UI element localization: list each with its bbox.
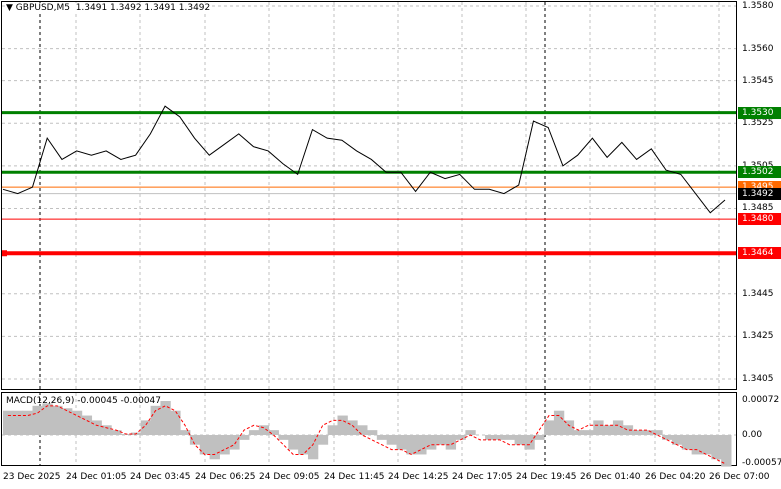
macd-histogram-bar xyxy=(317,435,329,445)
time-axis-label: 24 Dec 14:25 xyxy=(388,472,449,482)
macd-histogram-bar xyxy=(534,435,545,440)
macd-histogram-bar xyxy=(22,410,34,435)
macd-histogram-bar xyxy=(701,435,712,455)
macd-histogram-bar xyxy=(465,430,476,435)
macd-histogram-bar xyxy=(553,410,565,435)
macd-histogram-bar xyxy=(32,405,43,435)
macd-histogram-bar xyxy=(170,410,181,435)
time-axis-label: 24 Dec 03:45 xyxy=(130,472,191,482)
macd-histogram-bar xyxy=(426,435,437,450)
time-axis-label: 26 Dec 04:20 xyxy=(645,472,706,482)
macd-histogram-bar xyxy=(485,435,496,440)
macd-histogram-bar xyxy=(189,435,201,445)
macd-histogram-bar xyxy=(52,405,63,435)
price-axis-label: 1.3580 xyxy=(742,1,774,11)
macd-histogram-bar xyxy=(229,435,240,450)
chart-canvas xyxy=(2,2,736,467)
macd-axis-label: 0.00 xyxy=(742,430,763,440)
level-marker xyxy=(2,250,7,257)
time-axis-label: 26 Dec 07:00 xyxy=(709,472,770,482)
time-axis-label: 24 Dec 17:05 xyxy=(452,472,513,482)
macd-histogram-bar xyxy=(603,425,614,435)
macd-histogram-bar xyxy=(347,420,358,435)
macd-histogram-bar xyxy=(544,420,555,435)
macd-histogram-bar xyxy=(494,435,506,440)
macd-histogram-bar xyxy=(160,400,171,435)
level-tag: 1.3530 xyxy=(738,106,781,119)
macd-histogram-bar xyxy=(357,425,368,435)
macd-histogram-bar xyxy=(307,435,319,460)
macd-histogram-bar xyxy=(662,435,673,440)
macd-histogram-bar xyxy=(416,435,427,455)
price-axis-label: 1.3560 xyxy=(742,43,774,54)
macd-histogram-bar xyxy=(386,435,398,445)
bid-price-tag: 1.3492 xyxy=(738,187,781,200)
macd-histogram-bar xyxy=(711,435,722,460)
macd-histogram-bar xyxy=(278,435,289,440)
macd-histogram-bar xyxy=(632,430,643,435)
chart-title: ▼ GBPUSD,M5 1.3491 1.3492 1.3491 1.3492 xyxy=(6,3,211,13)
macd-histogram-bar xyxy=(455,435,466,440)
macd-histogram-bar xyxy=(681,435,693,450)
symbol-label: GBPUSD,M5 xyxy=(15,3,70,13)
price-axis-label: 1.3485 xyxy=(742,203,774,214)
time-axis-label: 24 Dec 06:25 xyxy=(195,472,256,482)
macd-histogram-bar xyxy=(111,430,122,435)
ohlc-values: 1.3491 1.3492 1.3491 1.3492 xyxy=(75,3,211,13)
price-line xyxy=(2,105,726,214)
time-axis-label: 26 Dec 01:40 xyxy=(580,472,641,482)
macd-axis-label: -0.00057 xyxy=(742,457,781,468)
macd-histogram-bar xyxy=(367,430,378,435)
macd-histogram-bar xyxy=(445,435,457,450)
price-axis-label: 1.3545 xyxy=(742,75,774,86)
macd-histogram-bar xyxy=(504,435,516,440)
macd-histogram-bar xyxy=(376,435,388,440)
macd-histogram-bar xyxy=(406,435,417,455)
macd-histogram-bar xyxy=(3,410,14,435)
macd-histogram-bar xyxy=(327,425,338,435)
macd-histogram-bar xyxy=(337,415,348,435)
triangle-down-icon[interactable]: ▼ xyxy=(6,3,13,13)
time-axis-label: 24 Dec 01:05 xyxy=(66,472,127,482)
macd-histogram-bar xyxy=(209,435,220,460)
macd-histogram-bar xyxy=(514,435,525,445)
price-axis-label: 1.3425 xyxy=(742,331,774,342)
macd-histogram-bar xyxy=(248,430,260,435)
macd-histogram-bar xyxy=(652,430,663,435)
time-axis-label: 24 Dec 19:45 xyxy=(516,472,577,482)
macd-histogram-bar xyxy=(396,435,407,450)
macd-histogram-bar xyxy=(288,435,299,450)
price-axis-label: 1.3405 xyxy=(742,373,774,384)
macd-histogram-bar xyxy=(721,435,732,467)
level-tag: 1.3480 xyxy=(738,213,781,226)
macd-histogram-bar xyxy=(435,435,447,445)
time-axis-label: 23 Dec 2025 xyxy=(3,472,61,482)
price-axis-label: 1.3445 xyxy=(742,288,774,299)
price-axis-label: 1.3525 xyxy=(742,118,774,129)
macd-histogram-bar xyxy=(12,410,24,435)
macd-histogram-bar xyxy=(573,430,584,435)
time-axis-label: 24 Dec 11:45 xyxy=(324,472,385,482)
level-tag: 1.3464 xyxy=(738,247,781,260)
macd-histogram-bar xyxy=(524,435,535,450)
macd-axis-label: 0.00072 xyxy=(742,395,780,405)
macd-histogram-bar xyxy=(583,430,594,435)
time-axis-label: 24 Dec 09:05 xyxy=(259,472,320,482)
macd-histogram-bar xyxy=(91,420,102,435)
macd-histogram-bar xyxy=(219,435,230,455)
macd-histogram-bar xyxy=(298,435,309,455)
macd-histogram-bar xyxy=(593,420,604,435)
macd-title: MACD(12,26,9) -0.00045 -0.00047 xyxy=(6,396,162,406)
level-tag: 1.3502 xyxy=(738,166,781,179)
